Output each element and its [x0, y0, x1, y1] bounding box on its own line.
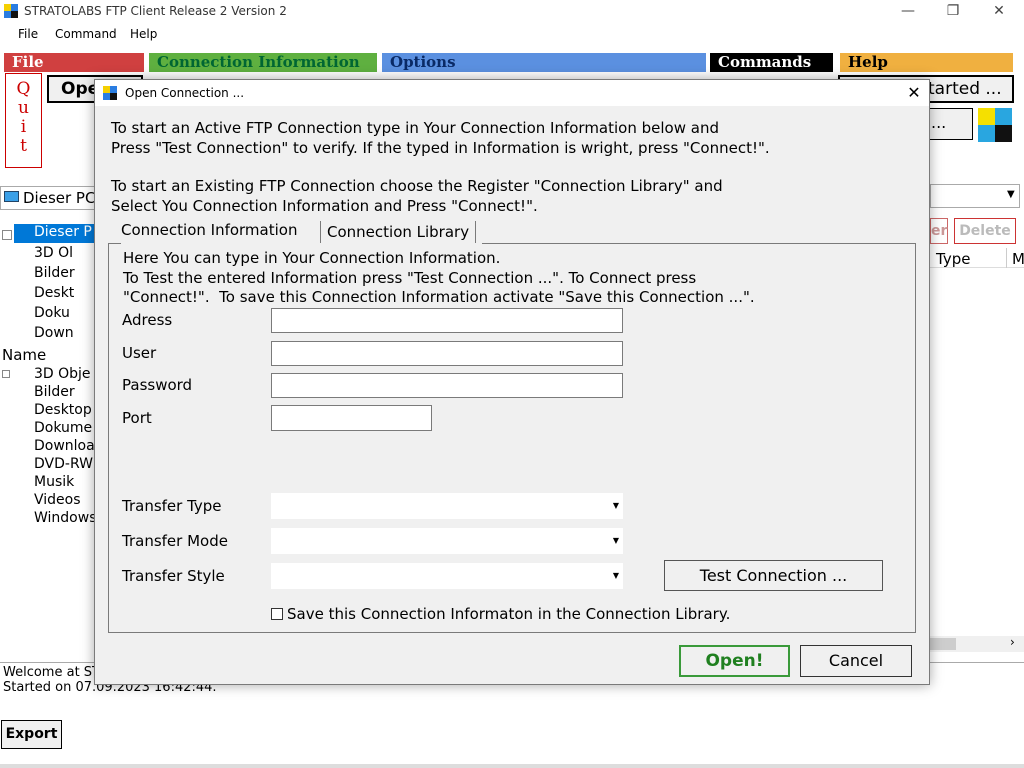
rename-button[interactable]: er	[930, 218, 948, 244]
open-connection-dialog: Open Connection ... ✕ To start an Active…	[94, 79, 930, 685]
close-button[interactable]: ✕	[976, 0, 1022, 24]
quit-letter: t	[20, 136, 27, 156]
remote-list-header: Type M	[930, 248, 1024, 268]
tab-connection-information[interactable]: Connection Information	[115, 219, 304, 244]
list-item[interactable]: DVD-RW	[34, 456, 93, 472]
horizontal-scrollbar[interactable]: ›	[930, 635, 1024, 652]
transfer-mode-select[interactable]: ▼	[271, 528, 623, 554]
title-bar: STRATOLABS FTP Client Release 2 Version …	[0, 0, 1024, 24]
path-combo[interactable]: Dieser PC	[0, 186, 100, 210]
test-connection-button[interactable]: Test Connection ...	[664, 560, 883, 591]
logo-icon	[978, 108, 1012, 142]
list-item[interactable]: 3D Obje	[34, 366, 91, 382]
minimize-button[interactable]: —	[885, 0, 931, 24]
transfer-type-label: Transfer Type	[122, 497, 222, 515]
intro-line: Press "Test Connection" to verify. If th…	[111, 139, 770, 157]
folder-tree: Dieser P 3D Ol Bilder Deskt Doku Down	[0, 222, 96, 340]
list-item[interactable]: Windows	[34, 510, 96, 526]
password-input[interactable]	[271, 373, 623, 398]
quit-letter: Q	[16, 79, 31, 99]
dialog-title-bar: Open Connection ... ✕	[95, 80, 929, 106]
m-column-header[interactable]: M	[1012, 250, 1024, 268]
user-input[interactable]	[271, 341, 623, 366]
menu-help[interactable]: Help	[130, 27, 157, 41]
scroll-right-icon[interactable]: ›	[1010, 635, 1015, 649]
remote-path-combo[interactable]: ▼	[930, 184, 1020, 208]
chevron-down-icon: ▼	[612, 536, 619, 545]
address-input[interactable]	[271, 308, 623, 333]
path-combo-value: Dieser PC	[23, 189, 96, 207]
delete-button[interactable]: Delete	[954, 218, 1016, 244]
list-item[interactable]: Videos	[34, 492, 81, 508]
status-strip	[0, 764, 1024, 768]
section-options: Options	[382, 53, 706, 72]
panel-intro: To Test the entered Information press "T…	[123, 269, 697, 287]
chevron-down-icon: ▼	[612, 571, 619, 580]
column-divider	[1006, 248, 1007, 268]
list-item[interactable]: Desktop	[34, 402, 92, 418]
open-button[interactable]: Open!	[679, 645, 790, 677]
computer-icon	[4, 191, 19, 202]
intro-line: To start an Active FTP Connection type i…	[111, 119, 719, 137]
panel-intro: "Connect!". To save this Connection Info…	[123, 288, 755, 306]
panel-intro: Here You can type in Your Connection Inf…	[123, 249, 501, 267]
chevron-down-icon: ▼	[1007, 189, 1015, 200]
tree-checkbox[interactable]	[2, 230, 12, 240]
app-icon	[4, 4, 18, 18]
list-item[interactable]: Musik	[34, 474, 74, 490]
list-item[interactable]: Dokume	[34, 420, 92, 436]
window-title: STRATOLABS FTP Client Release 2 Version …	[24, 4, 287, 18]
type-column-header[interactable]: Type	[936, 250, 970, 268]
save-connection-checkbox[interactable]	[271, 608, 283, 620]
save-connection-label: Save this Connection Informaton in the C…	[287, 605, 731, 623]
dialog-close-icon[interactable]: ✕	[899, 82, 929, 104]
intro-line: To start an Existing FTP Connection choo…	[111, 177, 723, 195]
cancel-button[interactable]: Cancel	[800, 645, 912, 677]
file-list: 3D Obje Bilder Desktop Dokume Downloa DV…	[0, 366, 96, 536]
tree-item-dieser-pc[interactable]: Dieser P	[14, 224, 94, 243]
menu-file[interactable]: File	[18, 27, 38, 41]
quit-letter: u	[18, 98, 29, 118]
log-line: Welcome at ST	[3, 665, 100, 680]
list-item[interactable]: Downloa	[34, 438, 95, 454]
tree-item-3d-objekte[interactable]: 3D Ol	[34, 245, 73, 261]
name-column-header[interactable]: Name	[2, 346, 46, 364]
transfer-type-select[interactable]: ▼	[271, 493, 623, 519]
chevron-down-icon: ▼	[612, 501, 619, 510]
port-input[interactable]	[271, 405, 432, 431]
intro-line: Select You Connection Information and Pr…	[111, 197, 538, 215]
transfer-style-label: Transfer Style	[122, 567, 225, 585]
section-help: Help	[840, 53, 1013, 72]
list-item[interactable]: Bilder	[34, 384, 75, 400]
user-label: User	[122, 344, 157, 362]
quit-button[interactable]: Q u i t	[5, 73, 42, 168]
app-icon	[103, 86, 117, 100]
tree-item-dokumente[interactable]: Doku	[34, 305, 70, 321]
address-label: Adress	[122, 311, 173, 329]
transfer-mode-label: Transfer Mode	[122, 532, 228, 550]
tree-item-desktop[interactable]: Deskt	[34, 285, 74, 301]
transfer-style-select[interactable]: ▼	[271, 563, 623, 589]
menu-command[interactable]: Command	[55, 27, 117, 41]
section-file: File	[4, 53, 144, 72]
maximize-button[interactable]: ❐	[930, 0, 976, 24]
password-label: Password	[122, 376, 193, 394]
section-connection-information: Connection Information	[149, 53, 377, 72]
export-button[interactable]: Export	[1, 720, 62, 749]
section-commands: Commands	[710, 53, 833, 72]
tree-item-downloads[interactable]: Down	[34, 325, 74, 340]
tree-item-bilder[interactable]: Bilder	[34, 265, 75, 281]
quit-letter: i	[20, 117, 27, 137]
port-label: Port	[122, 409, 152, 427]
dialog-title: Open Connection ...	[125, 86, 245, 100]
